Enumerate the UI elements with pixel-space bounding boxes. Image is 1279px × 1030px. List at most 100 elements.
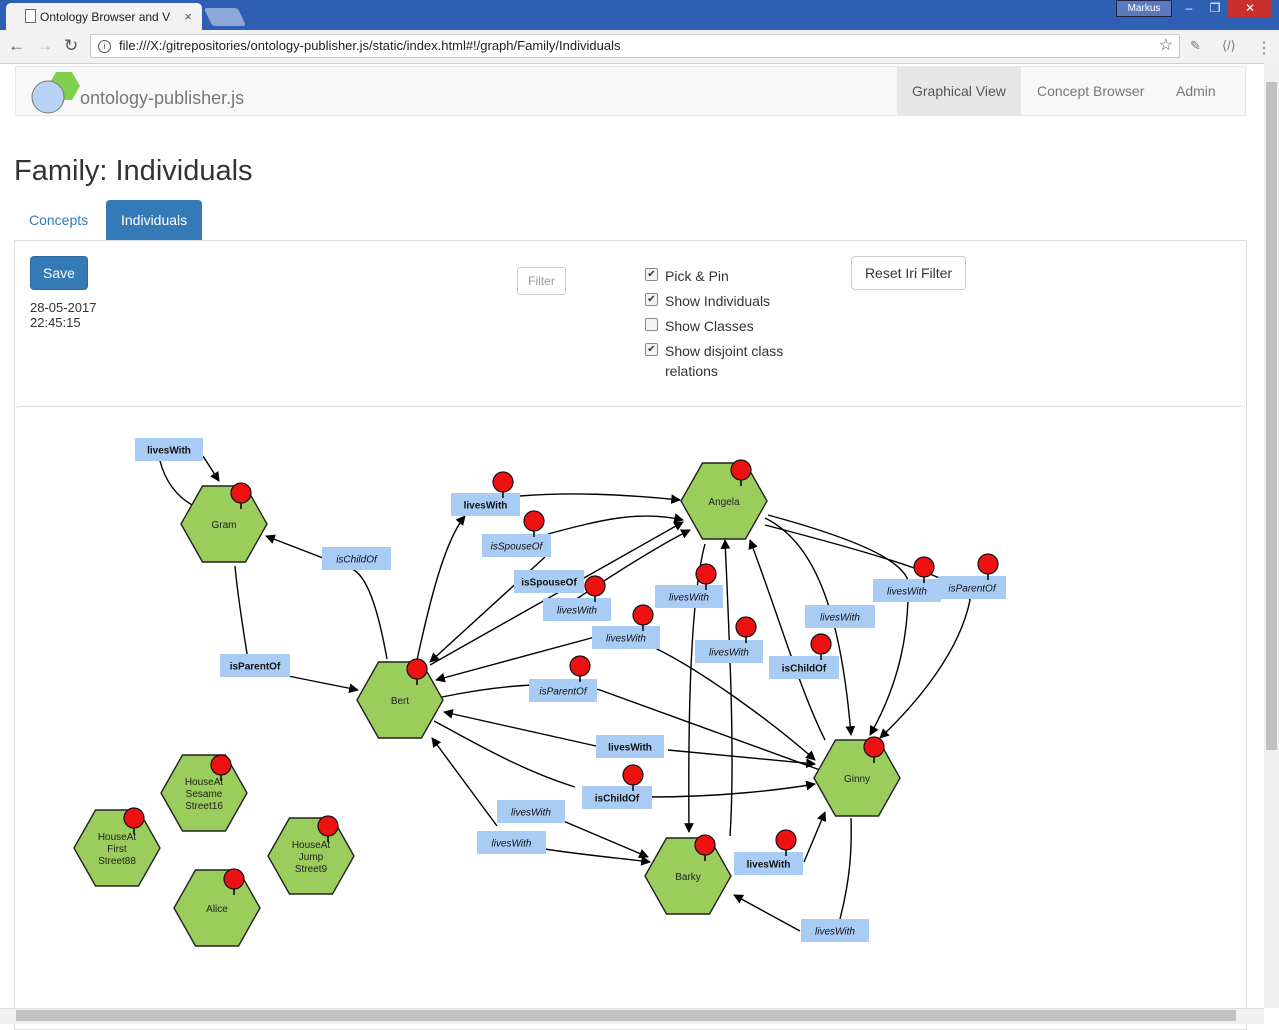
edge-line bbox=[839, 817, 852, 920]
edge-label-livesWith[interactable]: livesWith bbox=[873, 579, 941, 602]
pin-head[interactable] bbox=[569, 655, 591, 677]
edge-line bbox=[159, 460, 193, 506]
node-jump[interactable]: HouseAtJumpStreet9 bbox=[267, 817, 355, 895]
pin-head[interactable] bbox=[775, 829, 797, 851]
edge-label-text: livesWith bbox=[669, 593, 709, 604]
edge-line bbox=[435, 636, 596, 683]
node-label: Ginny bbox=[844, 774, 870, 785]
edge-line bbox=[287, 675, 359, 694]
node-label: Street88 bbox=[98, 856, 136, 867]
edge-line bbox=[433, 720, 576, 788]
edge-label-text: isSpouseOf bbox=[491, 542, 544, 553]
node-label: HouseAt bbox=[98, 832, 137, 843]
pin-head[interactable] bbox=[863, 736, 885, 758]
edge-line bbox=[531, 846, 651, 866]
vertical-scroll-thumb[interactable] bbox=[1266, 82, 1277, 750]
node-label: Barky bbox=[675, 872, 701, 883]
pin-head[interactable] bbox=[735, 616, 757, 638]
edge-label-text: livesWith bbox=[511, 808, 551, 819]
edge-label-isParentOf[interactable]: isParentOf bbox=[529, 679, 597, 702]
edge-label-livesWith[interactable]: livesWith bbox=[543, 598, 611, 621]
edge-label-livesWith[interactable]: livesWith bbox=[655, 585, 723, 608]
node-label: HouseAt bbox=[185, 777, 224, 788]
edge-label-text: livesWith bbox=[557, 606, 597, 617]
node-label: Sesame bbox=[186, 789, 223, 800]
pin-head[interactable] bbox=[810, 633, 832, 655]
node-ginny[interactable]: Ginny bbox=[813, 739, 901, 817]
edge-label-text: livesWith bbox=[815, 927, 855, 938]
edge-label-isChildOf[interactable]: isChildOf bbox=[322, 547, 391, 570]
node-label: Jump bbox=[299, 852, 324, 863]
edge-line bbox=[234, 565, 249, 661]
pin-head[interactable] bbox=[977, 553, 999, 575]
node-first[interactable]: HouseAtFirstStreet88 bbox=[73, 809, 161, 887]
edge-line bbox=[519, 493, 681, 504]
node-bert[interactable]: Bert bbox=[356, 661, 444, 739]
edge-label-isChildOf[interactable]: isChildOf bbox=[769, 656, 839, 679]
edge-line bbox=[431, 737, 498, 827]
edge-label-livesWith[interactable]: livesWith bbox=[592, 626, 660, 649]
horizontal-scroll-thumb[interactable] bbox=[16, 1010, 1236, 1021]
edge-label-livesWith[interactable]: livesWith bbox=[695, 640, 763, 663]
node-label: HouseAt bbox=[292, 840, 331, 851]
edge-label-livesWith[interactable]: livesWith bbox=[805, 605, 875, 628]
edge-label-text: livesWith bbox=[608, 743, 652, 754]
pin-head[interactable] bbox=[492, 471, 514, 493]
edge-label-livesWith[interactable]: livesWith bbox=[135, 438, 203, 461]
edge-label-isParentOf[interactable]: isParentOf bbox=[220, 654, 290, 677]
node-sesame[interactable]: HouseAtSesameStreet16 bbox=[160, 754, 248, 832]
pin-head[interactable] bbox=[632, 604, 654, 626]
edge-label-text: isSpouseOf bbox=[521, 578, 577, 589]
pin-icon[interactable] bbox=[735, 616, 757, 643]
pin-icon[interactable] bbox=[569, 655, 591, 682]
edge-label-text: livesWith bbox=[606, 634, 646, 645]
pin-head[interactable] bbox=[913, 556, 935, 578]
edge-label-livesWith[interactable]: livesWith bbox=[801, 919, 869, 942]
edge-label-isParentOf[interactable]: isParentOf bbox=[938, 576, 1006, 599]
graph-canvas[interactable]: GramBertAngelaGinnyBarkyHouseAtSesameStr… bbox=[0, 0, 1264, 1008]
pin-head[interactable] bbox=[210, 754, 232, 776]
edge-label-text: isParentOf bbox=[539, 687, 587, 698]
node-label: Angela bbox=[708, 497, 740, 508]
edge-label-isSpouseOf[interactable]: isSpouseOf bbox=[482, 534, 551, 557]
edge-label-text: livesWith bbox=[492, 839, 532, 850]
edge-line bbox=[764, 524, 971, 739]
edge-label-text: livesWith bbox=[887, 587, 927, 598]
edge-line bbox=[803, 811, 827, 863]
node-label: Gram bbox=[212, 520, 237, 531]
node-label: Street9 bbox=[295, 864, 328, 875]
edge-line bbox=[547, 513, 684, 535]
edge-label-livesWith[interactable]: livesWith bbox=[734, 852, 803, 875]
pin-head[interactable] bbox=[622, 764, 644, 786]
node-angela[interactable]: Angela bbox=[680, 462, 768, 540]
edge-label-livesWith[interactable]: livesWith bbox=[497, 800, 565, 823]
pin-head[interactable] bbox=[584, 575, 606, 597]
edge-label-text: isParentOf bbox=[948, 584, 996, 595]
pin-head[interactable] bbox=[223, 868, 245, 890]
edge-label-text: isChildOf bbox=[782, 664, 827, 675]
edge-line bbox=[733, 894, 801, 932]
node-alice[interactable]: Alice bbox=[173, 869, 261, 947]
pin-head[interactable] bbox=[123, 807, 145, 829]
pin-head[interactable] bbox=[230, 482, 252, 504]
pin-head[interactable] bbox=[317, 815, 339, 837]
pin-head[interactable] bbox=[695, 563, 717, 585]
node-label: First bbox=[107, 844, 127, 855]
pin-head[interactable] bbox=[694, 834, 716, 856]
node-barky[interactable]: Barky bbox=[644, 837, 732, 915]
pin-head[interactable] bbox=[523, 510, 545, 532]
pin-icon[interactable] bbox=[523, 510, 545, 537]
edge-label-livesWith[interactable]: livesWith bbox=[596, 735, 664, 758]
node-gram[interactable]: Gram bbox=[180, 485, 268, 563]
pin-head[interactable] bbox=[406, 658, 428, 680]
edge-label-isSpouseOf[interactable]: isSpouseOf bbox=[514, 570, 584, 593]
node-label: Bert bbox=[391, 696, 410, 707]
edge-label-text: isChildOf bbox=[595, 794, 640, 805]
pin-head[interactable] bbox=[730, 459, 752, 481]
edge-label-livesWith[interactable]: livesWith bbox=[477, 831, 546, 854]
edge-label-isChildOf[interactable]: isChildOf bbox=[582, 786, 652, 809]
edge-label-livesWith[interactable]: livesWith bbox=[451, 493, 520, 516]
edge-line bbox=[202, 455, 220, 482]
edge-label-text: livesWith bbox=[147, 446, 191, 457]
edge-label-text: livesWith bbox=[709, 648, 749, 659]
